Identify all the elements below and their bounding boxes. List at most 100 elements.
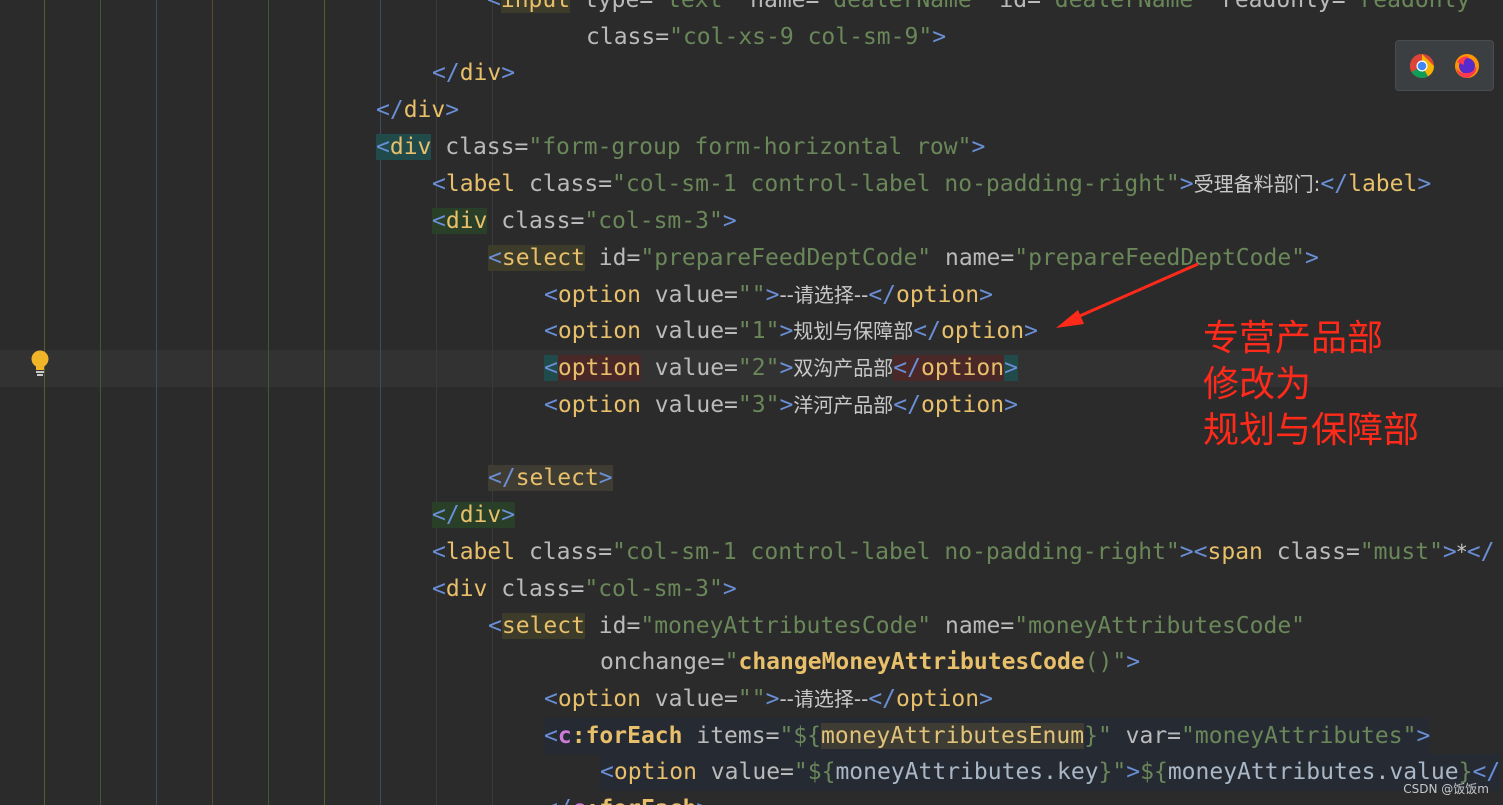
code-line[interactable]: </c:forEach> [544,791,710,805]
code-token: > [979,686,993,712]
code-token: > [765,686,780,712]
code-token: onchange= [600,649,725,675]
code-token: </ [376,97,404,123]
code-token: select [501,613,585,639]
indent-guide [268,0,269,805]
code-line[interactable]: </select> [488,460,613,497]
code-token: < [544,355,558,381]
code-token: "col-xs-9 col-sm-9" [669,24,933,50]
code-token: id= [985,0,1041,13]
code-token: changeMoneyAttributesCode [738,649,1085,675]
code-line[interactable]: <option value="${moneyAttributes.key}">$… [600,754,1501,791]
code-token: option [896,686,980,712]
code-token: "col-sm-3" [584,208,723,234]
code-line[interactable]: <div class="form-group form-horizontal r… [376,129,985,166]
code-token: < [432,171,446,197]
code-token: name= [736,0,820,13]
annotation-line: 专营产品部 [1203,318,1384,359]
code-token: </ [432,502,460,528]
code-token: }" [1084,723,1112,749]
code-token: id= [584,613,641,639]
code-token: "${ [793,759,836,785]
code-token: select [515,465,599,491]
code-line[interactable]: <option value="1">规划与保障部</option> [544,313,1038,350]
code-token: "dealerName" [1040,0,1208,13]
code-token: > [1417,171,1432,197]
code-token: label [445,171,516,197]
code-editor[interactable]: < input type="text" name= "dealerName" id=… [0,0,1503,805]
code-token: :forEach [586,796,697,805]
code-token: div [445,576,488,602]
code-line[interactable]: <div class="col-sm-3"> [432,571,737,608]
firefox-icon[interactable] [1454,53,1480,79]
code-token: option [941,318,1025,344]
code-token: class= [487,208,585,234]
code-line[interactable]: <option value="">--请选择--</option> [544,681,993,718]
code-line[interactable]: </div> [432,55,515,92]
code-token: > [722,208,737,234]
code-token: > [1179,171,1194,197]
code-token: > [1024,318,1038,344]
code-token: ${ [1140,759,1168,785]
code-token: > [979,282,993,308]
code-token: option [557,686,641,712]
code-token: "" [737,282,766,308]
code-line[interactable]: class="col-xs-9 col-sm-9"> [586,19,946,56]
code-token: id= [584,245,641,271]
code-token: </ [913,318,941,344]
code-token: * [1456,540,1467,564]
code-token: input [500,0,571,13]
code-line[interactable]: </div> [376,92,459,129]
code-line[interactable]: <div class="col-sm-3"> [432,203,737,240]
code-token: < [1193,539,1208,565]
code-token: > [1004,392,1018,418]
code-line[interactable]: <label class="col-sm-1 control-label no-… [432,166,1431,203]
code-token: name= [931,245,1015,271]
chrome-icon[interactable] [1409,53,1435,79]
browser-preview-bar [1395,40,1494,91]
code-token: "col-sm-1 control-label no-padding-right… [612,171,1180,197]
code-token: class= [586,24,670,50]
code-token: "moneyAttributesCode" [1014,613,1306,639]
code-token: class= [487,576,585,602]
code-line[interactable]: <label class="col-sm-1 control-label no-… [432,534,1494,571]
code-line[interactable]: <option value="">--请选择--</option> [544,277,993,314]
code-token: </ [488,465,516,491]
code-token: type= [570,0,654,13]
code-token: > [445,97,460,123]
code-token: option [557,392,641,418]
code-token: > [1126,649,1141,675]
code-line[interactable]: </div> [432,497,516,534]
annotation-line: 规划与保障部 [1203,410,1420,451]
lightbulb-icon[interactable] [29,349,51,377]
code-line[interactable]: onchange="changeMoneyAttributesCode()"> [600,644,1140,681]
code-token: > [779,355,794,381]
code-line[interactable]: <c:forEach items="${moneyAttributesEnum}… [544,718,1431,755]
code-token: class= [515,171,613,197]
code-token: < [432,539,446,565]
code-token: "3" [737,392,780,418]
code-token: "${ [779,723,821,749]
code-token: > [1179,539,1194,565]
code-token: value= [696,759,794,785]
code-line[interactable]: <option value="3">洋河产品部</option> [544,387,1018,424]
code-line[interactable]: <input type="text" name="dealerName" id=… [487,0,1484,19]
code-token: > [722,576,737,602]
code-token: 受理备料部门: [1193,172,1321,196]
code-token: </ [893,355,921,381]
code-token: > [501,60,516,86]
indent-guide [44,0,45,805]
code-token: option [613,759,697,785]
code-line[interactable]: <option value="2">双沟产品部</option> [544,350,1018,387]
code-token: < [488,245,502,271]
code-token: < [544,686,558,712]
code-token: "text" [653,0,737,13]
code-line[interactable]: <select id="moneyAttributesCode" name="m… [488,608,1305,645]
code-token: ()" [1084,649,1127,675]
code-token: div [459,502,502,528]
code-token: < [544,723,558,749]
code-token: option [921,355,1005,381]
code-token: c [572,796,586,805]
code-token: class= [515,539,613,565]
code-token: div [389,134,432,160]
